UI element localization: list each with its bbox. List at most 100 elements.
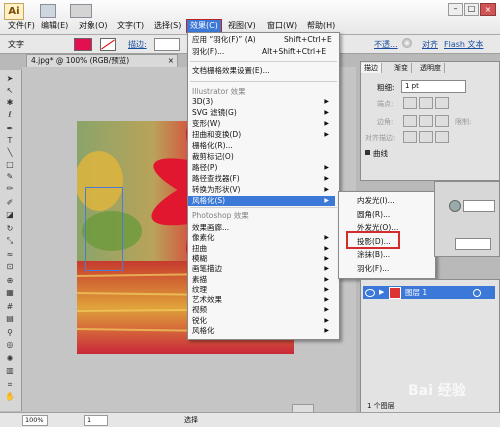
window-close[interactable]: ×	[480, 3, 496, 16]
menu-type[interactable]: 文字(T)	[114, 20, 147, 32]
round-cap-button[interactable]	[419, 97, 433, 109]
photoshop-effect-item[interactable]: 风格化 ▶	[188, 326, 335, 336]
perspective-grid-tool-icon[interactable]: ▦	[4, 288, 16, 298]
effect-doc-raster-settings[interactable]: 文档栅格效果设置(E)...	[188, 66, 335, 76]
shape-builder-tool-icon[interactable]: ⊕	[4, 276, 16, 286]
direct-selection-tool-icon[interactable]: ↖	[4, 86, 16, 96]
photoshop-effect-item[interactable]: 视频 ▶	[188, 305, 335, 315]
round-join-button[interactable]	[419, 115, 433, 127]
menu-select[interactable]: 选择(S)	[151, 20, 184, 32]
text-selection-box[interactable]	[85, 187, 123, 271]
pen-tool-icon[interactable]: ✒	[4, 124, 16, 134]
color-field[interactable]	[463, 200, 495, 212]
section-toggle-icon[interactable]	[365, 150, 370, 155]
line-tool-icon[interactable]: ╲	[4, 148, 16, 158]
gradient-tool-icon[interactable]: ▤	[4, 314, 16, 324]
fill-swatch[interactable]	[74, 38, 92, 51]
scale-tool-icon[interactable]: ⤡	[4, 236, 16, 246]
illustrator-effect-item[interactable]: 3D(3) ▶	[188, 97, 335, 107]
menu-object[interactable]: 对象(O)	[76, 20, 111, 32]
menu-window[interactable]: 窗口(W)	[264, 20, 300, 32]
photoshop-effect-item[interactable]: 画笔描边 ▶	[188, 264, 335, 274]
menu-file[interactable]: 文件(F)	[5, 20, 38, 32]
hand-tool-icon[interactable]: ✋	[4, 392, 16, 402]
stroke-swatch[interactable]	[100, 38, 116, 51]
illustrator-effect-item[interactable]: 路径查找器(F) ▶	[188, 174, 335, 184]
stylize-item[interactable]: 羽化(F)...	[339, 264, 445, 274]
photoshop-effect-item[interactable]: 像素化 ▶	[188, 233, 335, 243]
bridge-icon[interactable]	[40, 4, 56, 18]
selection-tool-icon[interactable]: ➤	[4, 74, 16, 84]
square-cap-button[interactable]	[435, 97, 449, 109]
photoshop-effect-item[interactable]: 素描 ▶	[188, 275, 335, 285]
effect-apply-last[interactable]: 应用 “羽化(F)” (A) Shift+Ctrl+E	[188, 35, 335, 45]
illustrator-effect-item[interactable]: 扭曲和变换(D) ▶	[188, 130, 335, 140]
layer-row[interactable]: ▶ 图层 1	[363, 286, 495, 299]
menu-help[interactable]: 帮助(H)	[304, 20, 338, 32]
page-field[interactable]: 1	[84, 415, 108, 426]
menu-effect[interactable]: 效果(C)	[186, 19, 222, 33]
miter-join-button[interactable]	[403, 115, 417, 127]
mesh-tool-icon[interactable]: #	[4, 302, 16, 312]
effect-last-effect[interactable]: 羽化(F)... Alt+Shift+Ctrl+E	[188, 47, 335, 57]
align-outside-button[interactable]	[435, 131, 449, 143]
illustrator-effect-item[interactable]: 栅格化(R)...	[188, 141, 335, 151]
align-center-button[interactable]	[403, 131, 417, 143]
eraser-tool-icon[interactable]: ◪	[4, 210, 16, 220]
tab-gradient[interactable]: 渐变	[391, 63, 412, 73]
artboard-tool-icon[interactable]: ⌗	[4, 380, 16, 390]
opacity-link[interactable]: 不透...	[374, 39, 398, 50]
zoom-field[interactable]: 100%	[22, 415, 48, 426]
photoshop-effect-item[interactable]: 锐化 ▶	[188, 316, 335, 326]
close-icon[interactable]: ×	[168, 55, 174, 67]
blend-tool-icon[interactable]: ◎	[4, 340, 16, 350]
recolor-icon[interactable]	[402, 38, 412, 48]
free-transform-tool-icon[interactable]: ⊡	[4, 262, 16, 272]
visibility-eye-icon[interactable]	[365, 289, 375, 297]
photoshop-effect-item[interactable]: 效果画廊...	[188, 223, 335, 233]
illustrator-effect-item[interactable]: 转换为形状(V) ▶	[188, 185, 335, 195]
window-minimize[interactable]: –	[448, 3, 463, 16]
photoshop-effect-item[interactable]: 纹理 ▶	[188, 285, 335, 295]
photoshop-effect-item[interactable]: 模糊 ▶	[188, 254, 335, 264]
tab-transparency[interactable]: 透明度	[417, 63, 445, 73]
rotate-tool-icon[interactable]: ↻	[4, 224, 16, 234]
align-inside-button[interactable]	[419, 131, 433, 143]
opacity-field[interactable]	[455, 238, 491, 250]
stylize-item[interactable]: 内发光(I)...	[339, 196, 445, 206]
butt-cap-button[interactable]	[403, 97, 417, 109]
illustrator-effect-item[interactable]: SVG 滤镜(G) ▶	[188, 108, 335, 118]
stroke-label[interactable]: 描边:	[128, 39, 147, 50]
weight-field[interactable]: 1 pt	[401, 80, 466, 93]
pencil-tool-icon[interactable]: ✏	[4, 184, 16, 194]
layer-expand-icon[interactable]: ▶	[379, 288, 384, 296]
document-tab[interactable]: 4.jpg* @ 100% (RGB/预览) ×	[26, 54, 178, 68]
lasso-tool-icon[interactable]: ℓ	[4, 110, 16, 120]
illustrator-effect-item[interactable]: 风格化(S) ▶	[188, 196, 335, 206]
bevel-join-button[interactable]	[435, 115, 449, 127]
illustrator-effect-item[interactable]: 路径(P) ▶	[188, 163, 335, 173]
tab-stroke[interactable]: 描边	[361, 63, 382, 73]
layer-target-icon[interactable]	[473, 289, 481, 297]
rectangle-tool-icon[interactable]: □	[4, 160, 16, 170]
symbol-sprayer-tool-icon[interactable]: ✺	[4, 354, 16, 364]
photoshop-effect-item[interactable]: 艺术效果 ▶	[188, 295, 335, 305]
blob-brush-tool-icon[interactable]: ✐	[4, 198, 16, 208]
window-maximize[interactable]: □	[464, 3, 479, 16]
stylize-item[interactable]: 涂抹(B)...	[339, 250, 445, 260]
menu-view[interactable]: 视图(V)	[225, 20, 259, 32]
stylize-item[interactable]: 圆角(R)...	[339, 210, 445, 220]
column-graph-tool-icon[interactable]: ▥	[4, 366, 16, 376]
illustrator-effect-item[interactable]: 变形(W) ▶	[188, 119, 335, 129]
paintbrush-tool-icon[interactable]: ✎	[4, 172, 16, 182]
menu-edit[interactable]: 编辑(E)	[38, 20, 71, 32]
photoshop-effect-item[interactable]: 扭曲 ▶	[188, 244, 335, 254]
arrange-icon[interactable]	[70, 4, 92, 18]
eyedropper-tool-icon[interactable]: ⚲	[4, 328, 16, 338]
width-tool-icon[interactable]: ≈	[4, 250, 16, 260]
stroke-weight-field[interactable]	[154, 38, 180, 51]
search-icon[interactable]	[449, 200, 461, 212]
illustrator-effect-item[interactable]: 裁剪标记(O)	[188, 152, 335, 162]
align-link[interactable]: 对齐	[422, 39, 438, 50]
flash-text-link[interactable]: Flash 文本	[444, 39, 484, 50]
